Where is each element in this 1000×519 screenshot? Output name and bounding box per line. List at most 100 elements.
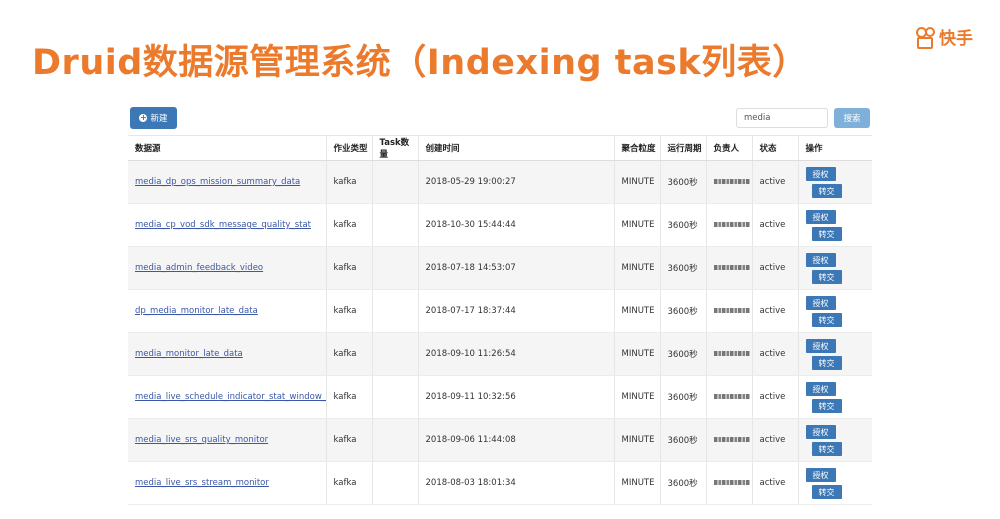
task-count-cell bbox=[371, 418, 418, 462]
authorize-button[interactable]: 授权 bbox=[805, 339, 836, 353]
datasource-link[interactable]: media_dp_ops_mission_summary_data bbox=[135, 177, 326, 187]
created-time-cell: 2018-07-17 18:37:44 bbox=[417, 289, 614, 333]
authorize-button[interactable]: 授权 bbox=[805, 425, 836, 439]
redacted-owner-name bbox=[713, 480, 750, 485]
transfer-button[interactable]: 转交 bbox=[811, 184, 842, 198]
granularity-cell: MINUTE bbox=[613, 418, 660, 462]
indexing-task-panel: + 新建 搜索 数据源作业类型Task数量创建时间聚合粒度运行周期负责人状态操作… bbox=[128, 104, 872, 508]
task-count-cell bbox=[371, 461, 418, 505]
status-cell: active bbox=[751, 418, 798, 462]
transfer-button[interactable]: 转交 bbox=[811, 485, 842, 499]
transfer-button[interactable]: 转交 bbox=[811, 442, 842, 456]
status-cell: active bbox=[751, 332, 798, 376]
owner-cell bbox=[705, 375, 752, 419]
table-row: dp_media_monitor_late_data kafka 2018-07-1… bbox=[128, 289, 872, 333]
authorize-button[interactable]: 授权 bbox=[805, 382, 836, 396]
owner-cell bbox=[705, 418, 752, 462]
datasource-cell: media_monitor_late_data bbox=[128, 332, 326, 376]
search-input[interactable] bbox=[736, 108, 828, 128]
run-period-cell: 3600秒 bbox=[659, 203, 706, 247]
redacted-owner-name bbox=[713, 394, 750, 399]
authorize-button[interactable]: 授权 bbox=[805, 210, 836, 224]
kuaishou-logo: 快手 bbox=[916, 24, 973, 49]
actions-cell: 授权转交 bbox=[797, 289, 872, 333]
redacted-owner-name bbox=[713, 265, 750, 270]
column-header-job-type: 作业类型 bbox=[325, 135, 372, 161]
granularity-cell: MINUTE bbox=[613, 332, 660, 376]
created-time-cell: 2018-10-30 15:44:44 bbox=[417, 203, 614, 247]
granularity-cell: MINUTE bbox=[613, 203, 660, 247]
granularity-cell: MINUTE bbox=[613, 375, 660, 419]
datasource-cell: dp_media_monitor_late_data bbox=[128, 289, 326, 333]
column-header-owner: 负责人 bbox=[705, 135, 752, 161]
granularity-cell: MINUTE bbox=[613, 160, 660, 204]
status-cell: active bbox=[751, 160, 798, 204]
datasource-link[interactable]: media_live_schedule_indicator_stat_windo… bbox=[135, 392, 326, 402]
status-cell: active bbox=[751, 375, 798, 419]
new-task-button[interactable]: + 新建 bbox=[130, 107, 177, 129]
datasource-cell: media_dp_ops_mission_summary_data bbox=[128, 160, 326, 204]
datasource-cell: media_live_schedule_indicator_stat_windo… bbox=[128, 375, 326, 419]
table-row: media_monitor_late_data kafka 2018-09-10 1… bbox=[128, 332, 872, 376]
owner-cell bbox=[705, 203, 752, 247]
granularity-cell: MINUTE bbox=[613, 461, 660, 505]
job-type-cell: kafka bbox=[325, 332, 372, 376]
job-type-cell: kafka bbox=[325, 246, 372, 290]
task-table: 数据源 作业类型 Task数量 创建时间 聚合粒度 运行周期 负责人 状态 操作 media_d… bbox=[128, 135, 872, 505]
created-time-cell: 2018-05-29 19:00:27 bbox=[417, 160, 614, 204]
column-header-actions: 操作 bbox=[797, 135, 872, 161]
table-row: media_live_srs_quality_monitor kafka 2018-… bbox=[128, 418, 872, 462]
table-row: media_dp_ops_mission_summary_data kafka 20… bbox=[128, 160, 872, 204]
run-period-cell: 3600秒 bbox=[659, 332, 706, 376]
datasource-cell: media_admin_feedback_video bbox=[128, 246, 326, 290]
column-header-status: 状态 bbox=[751, 135, 798, 161]
authorize-button[interactable]: 授权 bbox=[805, 468, 836, 482]
transfer-button[interactable]: 转交 bbox=[811, 227, 842, 241]
actions-cell: 授权转交 bbox=[797, 246, 872, 290]
new-task-label: 新建 bbox=[150, 114, 168, 124]
run-period-cell: 3600秒 bbox=[659, 418, 706, 462]
owner-cell bbox=[705, 461, 752, 505]
datasource-cell: media_live_srs_stream_monitor bbox=[128, 461, 326, 505]
datasource-link[interactable]: media_live_srs_quality_monitor bbox=[135, 435, 326, 445]
transfer-button[interactable]: 转交 bbox=[811, 313, 842, 327]
actions-cell: 授权转交 bbox=[797, 160, 872, 204]
status-cell: active bbox=[751, 246, 798, 290]
search-button[interactable]: 搜索 bbox=[834, 108, 870, 128]
owner-cell bbox=[705, 289, 752, 333]
authorize-button[interactable]: 授权 bbox=[805, 253, 836, 267]
redacted-owner-name bbox=[713, 351, 750, 356]
redacted-owner-name bbox=[713, 222, 750, 227]
task-count-cell bbox=[371, 203, 418, 247]
datasource-link[interactable]: media_cp_vod_sdk_message_quality_stat bbox=[135, 220, 326, 230]
task-count-cell bbox=[371, 332, 418, 376]
plus-icon: + bbox=[139, 113, 148, 122]
redacted-owner-name bbox=[713, 179, 750, 184]
run-period-cell: 3600秒 bbox=[659, 246, 706, 290]
datasource-link[interactable]: media_live_srs_stream_monitor bbox=[135, 478, 326, 488]
column-header-task-count: Task数量 bbox=[371, 135, 418, 161]
authorize-button[interactable]: 授权 bbox=[805, 167, 836, 181]
transfer-button[interactable]: 转交 bbox=[811, 356, 842, 370]
transfer-button[interactable]: 转交 bbox=[811, 399, 842, 413]
job-type-cell: kafka bbox=[325, 418, 372, 462]
table-row: media_live_schedule_indicator_stat_windo… bbox=[128, 375, 872, 419]
task-count-cell bbox=[371, 375, 418, 419]
actions-cell: 授权转交 bbox=[797, 418, 872, 462]
actions-cell: 授权转交 bbox=[797, 203, 872, 247]
created-time-cell: 2018-09-06 11:44:08 bbox=[417, 418, 614, 462]
datasource-link[interactable]: media_monitor_late_data bbox=[135, 349, 326, 359]
task-count-cell bbox=[371, 160, 418, 204]
datasource-link[interactable]: dp_media_monitor_late_data bbox=[135, 306, 326, 316]
transfer-button[interactable]: 转交 bbox=[811, 270, 842, 284]
created-time-cell: 2018-08-03 18:01:34 bbox=[417, 461, 614, 505]
run-period-cell: 3600秒 bbox=[659, 375, 706, 419]
run-period-cell: 3600秒 bbox=[659, 289, 706, 333]
owner-cell bbox=[705, 246, 752, 290]
status-cell: active bbox=[751, 289, 798, 333]
run-period-cell: 3600秒 bbox=[659, 461, 706, 505]
authorize-button[interactable]: 授权 bbox=[805, 296, 836, 310]
camera-logo-icon bbox=[916, 26, 936, 49]
job-type-cell: kafka bbox=[325, 289, 372, 333]
datasource-link[interactable]: media_admin_feedback_video bbox=[135, 263, 326, 273]
